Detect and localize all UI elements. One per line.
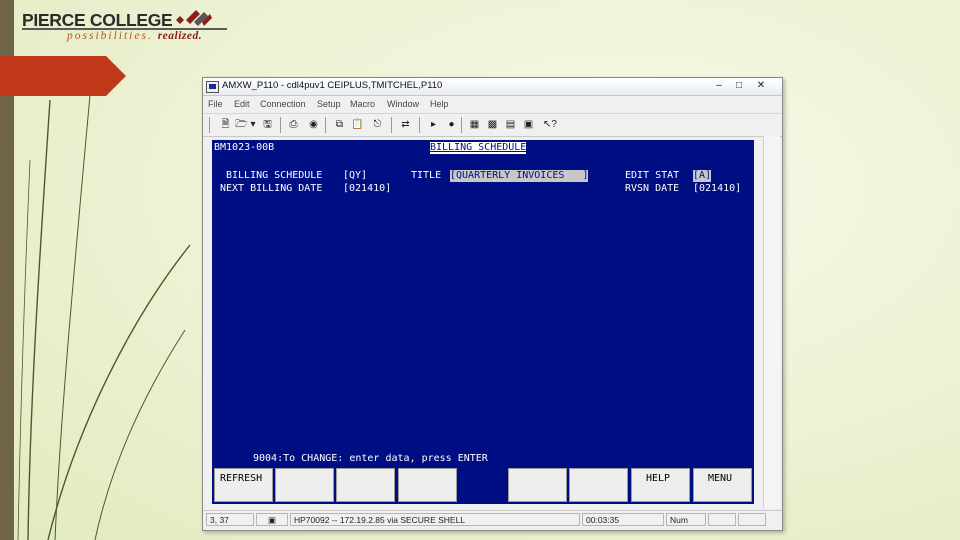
help-pointer-icon[interactable]: ↖? <box>543 118 557 131</box>
toolbar-grip <box>209 117 210 133</box>
menu-window[interactable]: Window <box>387 99 419 109</box>
fkey-6-button[interactable] <box>508 468 567 502</box>
fkey-4-button[interactable] <box>398 468 457 502</box>
status-cell-empty <box>708 513 736 526</box>
maximize-icon[interactable]: □ <box>731 79 747 92</box>
settings-icon[interactable]: ▩ <box>486 118 499 131</box>
logo-tagline: possibilities. realized. <box>67 30 202 42</box>
close-icon[interactable]: ✕ <box>753 79 769 92</box>
session-time: 00:03:35 <box>582 513 664 526</box>
session-icon[interactable]: ▦ <box>468 118 481 131</box>
vertical-scrollbar[interactable] <box>763 136 780 508</box>
function-key-bar: REFRESH HELP MENU <box>212 466 754 504</box>
num-lock-indicator: Num <box>666 513 706 526</box>
edit-stat-label: EDIT STAT <box>625 170 680 181</box>
toolbar-separator <box>280 117 281 133</box>
logo-tagline-bold: realized. <box>157 30 203 42</box>
status-cell-empty <box>738 513 766 526</box>
toolbar-separator <box>419 117 420 133</box>
toolbar-panel-icon[interactable]: ▣ <box>522 118 535 131</box>
new-file-icon[interactable]: 🗎 <box>219 118 232 131</box>
toolbar-separator <box>461 117 462 133</box>
window-title: AMXW_P110 - cdl4puv1 CEIPLUS,TMITCHEL,P1… <box>222 80 443 91</box>
rvsn-date-field[interactable]: [021410] <box>693 183 741 195</box>
keyboard-icon[interactable]: ▤ <box>504 118 517 131</box>
logo-mark-icon <box>176 10 212 26</box>
title-label: TITLE <box>411 170 442 181</box>
menu-connection[interactable]: Connection <box>260 99 306 109</box>
terminal-window: AMXW_P110 - cdl4puv1 CEIPLUS,TMITCHEL,P1… <box>202 77 783 531</box>
status-bar: 3, 37 ▣ HP70092 -- 172.19.2.85 via SECUR… <box>203 510 782 529</box>
menu-file[interactable]: File <box>208 99 223 109</box>
menu-help[interactable]: Help <box>430 99 449 109</box>
billing-schedule-field[interactable]: [QY] <box>343 170 367 182</box>
play-macro-icon[interactable]: ▸ <box>427 118 440 131</box>
screen-id: BM1023-00B <box>214 142 275 153</box>
save-icon[interactable]: 🖫 <box>261 118 274 131</box>
window-titlebar[interactable]: AMXW_P110 - cdl4puv1 CEIPLUS,TMITCHEL,P1… <box>203 78 782 96</box>
menu-button[interactable]: MENU <box>693 468 752 502</box>
record-macro-icon[interactable]: ● <box>445 118 458 131</box>
dropdown-arrow-icon[interactable]: ▾ <box>249 118 257 131</box>
logo-tagline-italic: possibilities. <box>67 30 153 42</box>
next-billing-date-field[interactable]: [021410] <box>343 183 391 195</box>
connect-icon[interactable]: ⎋ <box>371 118 384 131</box>
toolbar-separator <box>325 117 326 133</box>
paste-icon[interactable]: 📋 <box>351 118 364 131</box>
red-arrow-banner <box>0 56 126 96</box>
app-icon <box>206 81 219 93</box>
next-billing-date-label: NEXT BILLING DATE <box>220 183 323 194</box>
terminal-screen[interactable]: BM1023-00B BILLING SCHEDULE BILLING SCHE… <box>212 140 754 504</box>
transfer-icon[interactable]: ⇄ <box>399 118 412 131</box>
title-field[interactable]: [QUARTERLY INVOICES ] <box>450 170 589 182</box>
rvsn-date-label: RVSN DATE <box>625 183 680 194</box>
menu-setup[interactable]: Setup <box>317 99 341 109</box>
fkey-3-button[interactable] <box>336 468 395 502</box>
toolbar-separator <box>391 117 392 133</box>
refresh-button[interactable]: REFRESH <box>214 468 273 502</box>
fkey-7-button[interactable] <box>569 468 628 502</box>
toolbar: 🗎 🗁 ▾ 🖫 ⎙ ◉ ⧉ 📋 ⎋ ⇄ ▸ ● ▦ ▩ ▤ ▣ ↖? <box>203 114 782 137</box>
open-folder-icon[interactable]: 🗁 <box>235 118 248 131</box>
edit-stat-field[interactable]: [A] <box>693 170 712 182</box>
menu-macro[interactable]: Macro <box>350 99 375 109</box>
status-message: 9004:To CHANGE: enter data, press ENTER <box>253 453 488 464</box>
find-icon[interactable]: ◉ <box>307 118 320 131</box>
lock-icon: ▣ <box>256 513 288 526</box>
print-icon[interactable]: ⎙ <box>287 118 300 131</box>
cursor-position: 3, 37 <box>206 513 254 526</box>
copy-icon[interactable]: ⧉ <box>333 118 346 131</box>
menu-edit[interactable]: Edit <box>234 99 250 109</box>
minimize-icon[interactable]: – <box>711 79 727 92</box>
menu-bar: File Edit Connection Setup Macro Window … <box>203 96 782 114</box>
screen-title: BILLING SCHEDULE <box>430 142 527 154</box>
host-connection: HP70092 -- 172.19.2.85 via SECURE SHELL <box>290 513 580 526</box>
billing-schedule-label: BILLING SCHEDULE <box>226 170 323 181</box>
fkey-2-button[interactable] <box>275 468 334 502</box>
pierce-college-logo: PIERCE COLLEGE possibilities. realized. <box>22 6 232 48</box>
help-button[interactable]: HELP <box>631 468 690 502</box>
